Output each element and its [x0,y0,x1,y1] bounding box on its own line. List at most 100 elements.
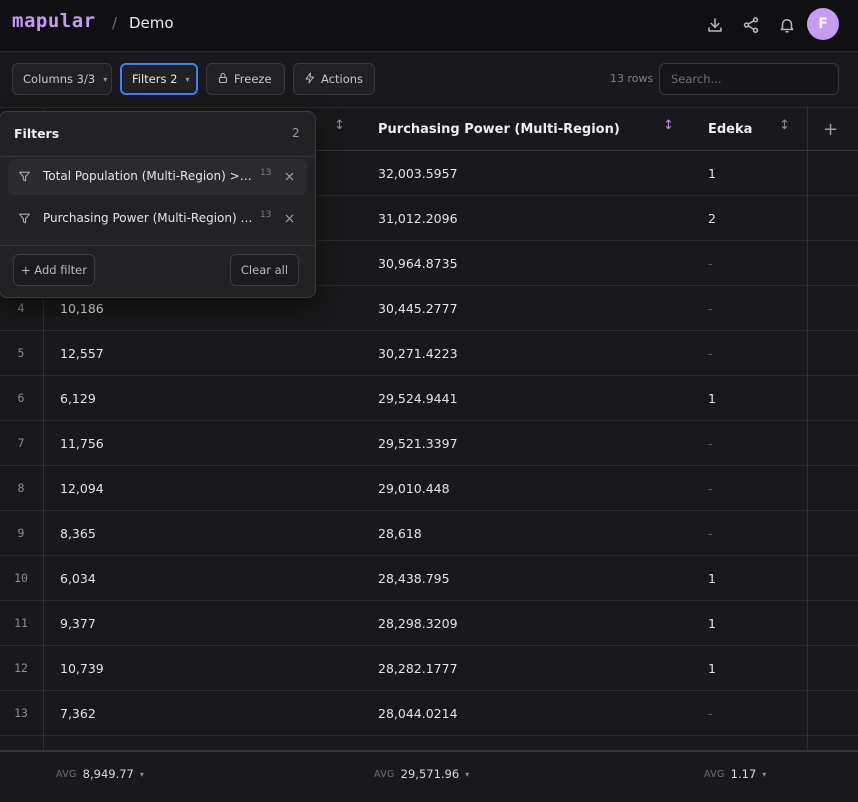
cell-edeka[interactable]: - [708,286,713,330]
table-row[interactable]: 12 10,739 28,282.1777 1 [0,646,858,691]
filters-button-label: Filters 2 [132,72,178,86]
cell-purchasing-power[interactable]: 29,521.3397 [378,421,458,465]
row-number: 11 [14,616,28,630]
cell-purchasing-power[interactable]: 32,003.5957 [378,151,458,195]
plus-icon[interactable]: + [823,108,838,150]
close-icon[interactable] [281,168,297,184]
chevron-down-icon: ▾ [465,769,470,779]
cell-population[interactable]: 11,756 [60,421,104,465]
filter-item-text: Purchasing Power (Multi-Region) >=... [43,211,253,225]
cell-purchasing-power[interactable]: 28,438.795 [378,556,450,600]
cell-purchasing-power[interactable]: 28,282.1777 [378,646,458,690]
breadcrumb-project[interactable]: Demo [129,14,174,32]
freeze-button-label: Freeze [234,72,272,86]
table-row[interactable]: 10 6,034 28,438.795 1 [0,556,858,601]
lightning-icon [304,72,316,87]
cell-purchasing-power[interactable]: 31,012.2096 [378,196,458,240]
cell-edeka[interactable]: 1 [708,601,716,645]
avg-population[interactable]: AVG 8,949.77 ▾ [56,767,144,781]
cell-purchasing-power[interactable]: 28,618 [378,511,422,555]
columns-button-label: Columns 3/3 [23,72,96,86]
cell-population[interactable]: 12,557 [60,331,104,375]
table-row[interactable]: 5 12,557 30,271.4223 - [0,331,858,376]
avg-value: 1.17 [730,767,757,781]
cell-purchasing-power[interactable]: 29,010.448 [378,466,450,510]
actions-button[interactable]: Actions [293,63,375,95]
app-header: mapular / Demo F [0,0,858,52]
cell-purchasing-power[interactable]: 30,964.8735 [378,241,458,285]
avg-value: 29,571.96 [400,767,460,781]
column-header-purchasing-power[interactable]: Purchasing Power (Multi-Region) [378,108,620,150]
app-logo[interactable]: mapular [12,10,96,32]
divider [0,156,315,157]
cell-edeka[interactable]: 2 [708,196,716,240]
cell-purchasing-power[interactable]: 28,044.0214 [378,691,458,735]
columns-button[interactable]: Columns 3/3 ▾ [12,63,112,95]
cell-population[interactable]: 12,094 [60,466,104,510]
cell-edeka[interactable]: 1 [708,556,716,600]
table-row[interactable]: 9 8,365 28,618 - [0,511,858,556]
table-footer: AVG 8,949.77 ▾ AVG 29,571.96 ▾ AVG 1.17 … [0,750,858,802]
cell-purchasing-power[interactable]: 29,524.9441 [378,376,458,420]
cell-edeka[interactable]: - [708,421,713,465]
cell-population[interactable]: 6,129 [60,376,96,420]
row-number: 5 [17,346,25,360]
table-row[interactable]: 11 9,377 28,298.3209 1 [0,601,858,646]
download-icon[interactable] [703,13,727,37]
cell-population[interactable]: 6,034 [60,556,96,600]
table-row[interactable]: 13 7,362 28,044.0214 - [0,691,858,736]
cell-edeka[interactable]: 1 [708,646,716,690]
avg-edeka[interactable]: AVG 1.17 ▾ [704,767,766,781]
cell-edeka[interactable]: 1 [708,376,716,420]
filter-item-count: 13 [260,168,272,178]
filters-button[interactable]: Filters 2 ▾ [120,63,198,95]
row-number: 8 [17,481,25,495]
avg-label: AVG [704,768,725,780]
row-number: 12 [14,661,28,675]
filter-icon [18,212,31,229]
search-input[interactable] [659,63,839,95]
sort-icon[interactable]: ↕ [779,118,790,133]
cell-population[interactable]: 9,377 [60,601,96,645]
popover-title: Filters [14,126,60,141]
cell-edeka[interactable]: - [708,511,713,555]
filter-icon [18,170,31,187]
row-number: 9 [17,526,25,540]
share-icon[interactable] [739,13,763,37]
filter-item[interactable]: Total Population (Multi-Region) >= 5... … [8,159,307,195]
close-icon[interactable] [281,210,297,226]
clear-all-button[interactable]: Clear all [230,254,299,286]
cell-edeka[interactable]: - [708,331,713,375]
cell-edeka[interactable]: - [708,466,713,510]
add-filter-button[interactable]: + Add filter [13,254,95,286]
cell-edeka[interactable]: 1 [708,151,716,195]
cell-population[interactable]: 7,362 [60,691,96,735]
sort-active-icon[interactable]: ↕ [663,118,674,133]
cell-population[interactable]: 8,365 [60,511,96,555]
column-divider [807,108,808,802]
filter-item[interactable]: Purchasing Power (Multi-Region) >=... 13 [8,201,307,237]
avg-label: AVG [56,768,77,780]
cell-purchasing-power[interactable]: 30,271.4223 [378,331,458,375]
cell-edeka[interactable]: - [708,241,713,285]
divider [0,245,315,246]
column-header-edeka[interactable]: Edeka [708,108,752,150]
lock-icon [217,72,229,87]
actions-button-label: Actions [321,72,364,86]
cell-purchasing-power[interactable]: 28,298.3209 [378,601,458,645]
table-row[interactable]: 7 11,756 29,521.3397 - [0,421,858,466]
table-row[interactable]: 8 12,094 29,010.448 - [0,466,858,511]
avg-label: AVG [374,768,395,780]
cell-edeka[interactable]: - [708,691,713,735]
row-number: 6 [17,391,25,405]
avg-purchasing-power[interactable]: AVG 29,571.96 ▾ [374,767,469,781]
table-row[interactable]: 6 6,129 29,524.9441 1 [0,376,858,421]
chevron-down-icon: ▾ [185,74,190,84]
cell-population[interactable]: 10,739 [60,646,104,690]
cell-purchasing-power[interactable]: 30,445.2777 [378,286,458,330]
user-avatar[interactable]: F [807,8,839,40]
freeze-button[interactable]: Freeze [206,63,285,95]
filter-item-count: 13 [260,210,272,220]
bell-icon[interactable] [775,13,799,37]
sort-icon[interactable]: ↕ [334,118,345,133]
